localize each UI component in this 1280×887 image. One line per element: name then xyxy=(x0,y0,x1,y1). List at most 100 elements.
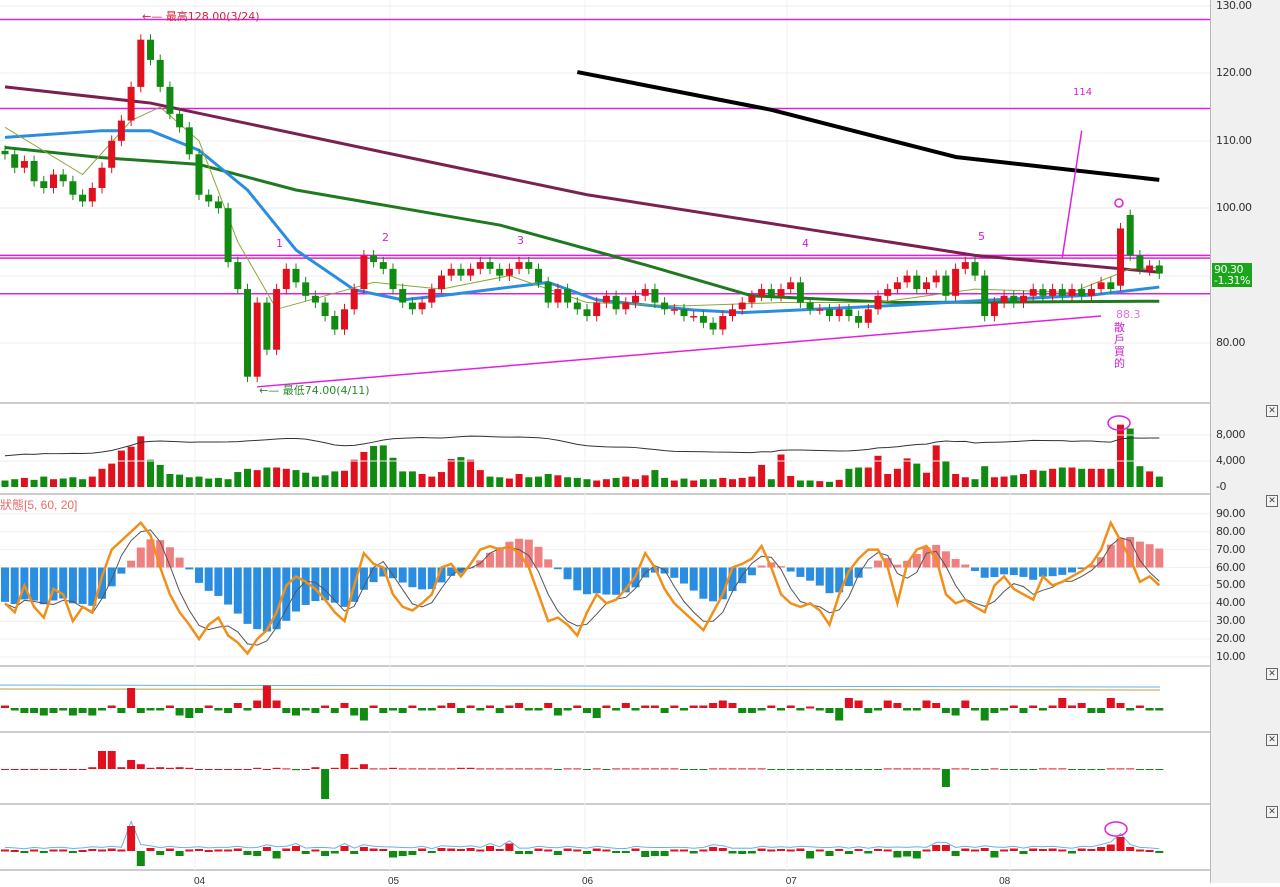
volume-bar xyxy=(535,476,542,487)
volume-bar xyxy=(787,475,795,487)
panel5-bar xyxy=(1116,768,1125,770)
panel4-bar xyxy=(1116,703,1125,708)
panel4-bar xyxy=(1145,708,1154,711)
candle-body xyxy=(874,295,882,310)
panel4-bar xyxy=(127,688,136,708)
panel6-bar xyxy=(437,848,446,851)
panel4-bar xyxy=(78,708,87,713)
panel6-bar xyxy=(30,849,39,852)
panel5-bar xyxy=(1019,769,1028,770)
kd-histogram-bar xyxy=(1019,567,1028,577)
candle-body xyxy=(738,302,746,310)
panel6-bar xyxy=(971,849,979,852)
candle-body xyxy=(88,187,96,202)
candle-body xyxy=(602,295,610,303)
panel4-bar xyxy=(631,708,640,711)
candle-body xyxy=(147,39,154,60)
candle-body xyxy=(884,289,892,296)
candle-body xyxy=(195,154,203,195)
candle-body xyxy=(981,275,989,317)
panel4-bar xyxy=(369,705,378,708)
panel5-bar xyxy=(922,768,931,770)
candle-body xyxy=(234,262,242,290)
stock-chart[interactable] xyxy=(0,0,1210,883)
panel6-bar xyxy=(680,849,688,852)
panel5-bar xyxy=(796,769,805,770)
panel5-bar xyxy=(117,767,126,769)
kd-histogram-bar xyxy=(534,546,543,568)
x-axis-month-label: 07 xyxy=(785,876,797,887)
kd-histogram-bar xyxy=(1058,567,1067,575)
volume-bar xyxy=(612,477,620,487)
volume-bar xyxy=(166,474,174,487)
candle-body xyxy=(214,201,222,209)
panel4-line xyxy=(0,688,1161,691)
volume-bar xyxy=(903,458,911,487)
close-panel5-button[interactable]: ✕ xyxy=(1266,734,1278,746)
volume-bar xyxy=(670,480,678,487)
panel5-bar xyxy=(806,769,815,770)
volume-bar xyxy=(525,477,533,487)
candle-body xyxy=(476,262,484,269)
kd-histogram-bar xyxy=(573,567,582,591)
panel6-bar xyxy=(524,851,533,854)
candle-body xyxy=(1107,282,1115,290)
panel4-bar xyxy=(524,708,533,711)
panel6-bar xyxy=(1077,848,1086,851)
kd-tick-label: 70.00 xyxy=(1216,542,1246,556)
panel4-bar xyxy=(583,708,591,713)
panel4-bar xyxy=(573,705,582,708)
kd-histogram-bar xyxy=(544,559,553,568)
panel6-bar xyxy=(88,849,97,851)
close-kd-panel-button[interactable]: ✕ xyxy=(1266,495,1278,507)
kd-histogram-bar xyxy=(78,567,87,604)
support-label: 88.3 xyxy=(1116,308,1141,321)
wave-label-4: 4 xyxy=(802,237,809,250)
candle-body xyxy=(370,255,378,263)
price-tick-label: 80.00 xyxy=(1216,336,1246,349)
kd-histogram-bar xyxy=(1097,557,1106,568)
panel6-bar xyxy=(583,851,591,854)
panel4-bar xyxy=(718,700,727,708)
panel6-bar xyxy=(534,848,543,851)
close-panel4-button[interactable]: ✕ xyxy=(1266,668,1278,680)
volume-bar xyxy=(438,472,445,487)
kd-histogram-bar xyxy=(796,567,805,577)
panel4-bar xyxy=(495,708,504,713)
candle-body xyxy=(748,295,756,303)
close-panel6-button[interactable]: ✕ xyxy=(1266,806,1278,818)
panel6-bar xyxy=(893,851,902,858)
panel5-bar xyxy=(476,768,485,770)
candle-body xyxy=(796,282,804,303)
panel5-bar xyxy=(689,769,698,770)
kd-histogram-bar xyxy=(418,567,427,590)
panel4-bar xyxy=(650,705,659,708)
kd-histogram-bar xyxy=(1048,567,1057,577)
kd-histogram-bar xyxy=(786,567,795,572)
panel6-bar xyxy=(922,849,931,852)
candle-body xyxy=(826,309,833,317)
high-annotation: ←— 最高128.00(3/24) xyxy=(142,10,260,23)
kd-histogram-bar xyxy=(699,567,708,599)
candle-body xyxy=(564,289,572,303)
candle-body xyxy=(1020,295,1027,303)
candle-body xyxy=(399,289,407,303)
panel4-bar xyxy=(1009,705,1018,708)
volume-bar xyxy=(253,470,261,487)
panel4-bar xyxy=(903,708,912,711)
panel4-bar xyxy=(49,708,58,713)
panel5-bar xyxy=(204,769,213,770)
panel6-bar xyxy=(224,849,233,852)
panel5-bar xyxy=(369,768,378,770)
candle-body xyxy=(612,295,620,310)
panel6-bar xyxy=(864,851,873,854)
close-volume-panel-button[interactable]: ✕ xyxy=(1266,405,1278,417)
candle-body xyxy=(767,289,775,296)
panel5-bar xyxy=(544,768,553,770)
panel6-bar xyxy=(156,851,165,855)
candle-body xyxy=(651,289,659,303)
x-axis-month-label: 08 xyxy=(999,876,1011,887)
candle-body xyxy=(1136,255,1144,269)
panel4-bar xyxy=(321,705,330,708)
panel6-bar xyxy=(747,851,756,854)
